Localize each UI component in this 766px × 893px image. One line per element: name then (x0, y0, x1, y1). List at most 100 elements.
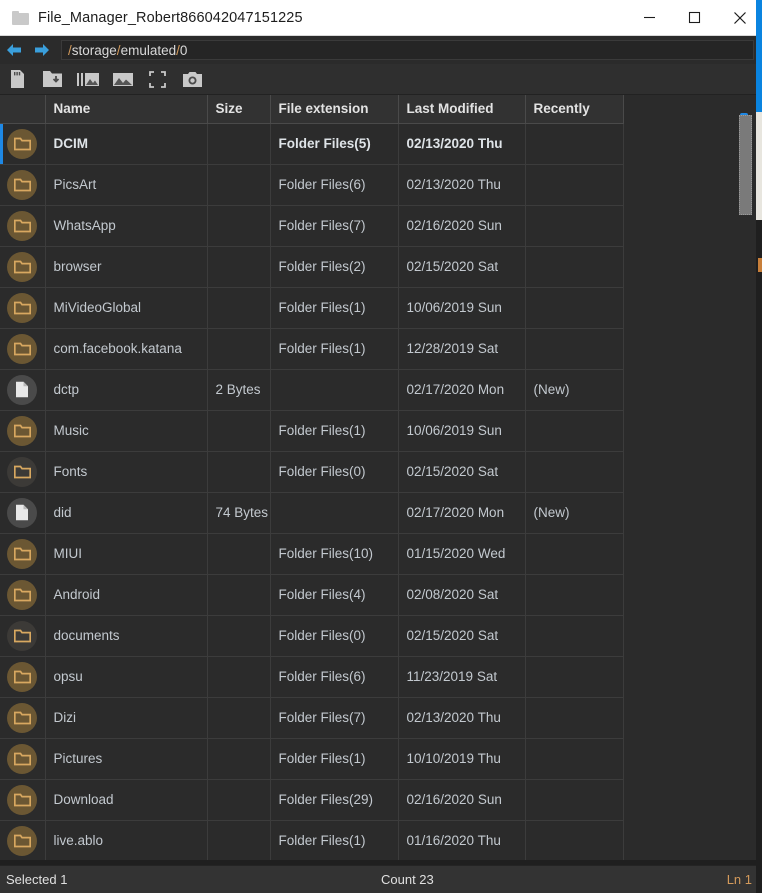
row-icon-cell (0, 164, 46, 206)
row-extension: Folder Files(2) (270, 246, 399, 288)
row-recently: (New) (525, 369, 624, 411)
table-row[interactable]: WhatsApp Folder Files(7) 02/16/2020 Sun (0, 205, 624, 247)
column-header-modified[interactable]: Last Modified (398, 95, 526, 124)
row-extension (270, 369, 399, 411)
table-row[interactable]: Dizi Folder Files(7) 02/13/2020 Thu (0, 697, 624, 739)
table-row[interactable]: live.ablo Folder Files(1) 01/16/2020 Thu (0, 820, 624, 860)
column-header-name[interactable]: Name (45, 95, 208, 124)
background-window-marker (758, 258, 762, 272)
table-row[interactable]: MIUI Folder Files(10) 01/15/2020 Wed (0, 533, 624, 575)
row-recently (525, 164, 624, 206)
table-row[interactable]: Pictures Folder Files(1) 10/10/2019 Thu (0, 738, 624, 780)
status-selected: Selected 1 (6, 872, 68, 887)
table-header-row: Name Size File extension Last Modified R… (0, 95, 624, 124)
row-extension: Folder Files(4) (270, 574, 399, 616)
column-header-size[interactable]: Size (207, 95, 271, 124)
row-recently (525, 656, 624, 698)
row-size (207, 697, 271, 739)
back-button[interactable] (0, 36, 28, 64)
table-row[interactable]: opsu Folder Files(6) 11/23/2019 Sat (0, 656, 624, 698)
row-name[interactable]: dctp (45, 369, 208, 411)
row-extension: Folder Files(1) (270, 328, 399, 370)
row-modified: 10/06/2019 Sun (398, 287, 526, 329)
row-icon-cell (0, 369, 46, 411)
row-name[interactable]: Dizi (45, 697, 208, 739)
row-name[interactable]: browser (45, 246, 208, 288)
column-header-extension[interactable]: File extension (270, 95, 399, 124)
background-window-sliver (756, 0, 762, 893)
row-name[interactable]: did (45, 492, 208, 534)
row-name[interactable]: Pictures (45, 738, 208, 780)
row-name[interactable]: MIUI (45, 533, 208, 575)
row-extension: Folder Files(6) (270, 164, 399, 206)
sd-card-icon (11, 69, 24, 88)
row-name[interactable]: com.facebook.katana (45, 328, 208, 370)
status-bar: Selected 1 Count 23 Ln 1 (0, 865, 762, 893)
camera-button[interactable] (175, 64, 210, 94)
table-row[interactable]: com.facebook.katana Folder Files(1) 12/28/… (0, 328, 624, 370)
row-size (207, 820, 271, 860)
table-row[interactable]: Music Folder Files(1) 10/06/2019 Sun (0, 410, 624, 452)
row-name[interactable]: Download (45, 779, 208, 821)
row-extension: Folder Files(1) (270, 287, 399, 329)
row-name[interactable]: Music (45, 410, 208, 452)
image-list-button[interactable] (70, 64, 105, 94)
column-header-icon[interactable] (0, 95, 46, 124)
row-recently (525, 287, 624, 329)
row-recently (525, 123, 624, 165)
row-name[interactable]: documents (45, 615, 208, 657)
folder-icon (7, 784, 38, 815)
sd-card-button[interactable] (0, 64, 35, 94)
row-recently (525, 328, 624, 370)
row-icon-cell (0, 820, 46, 860)
folder-icon (7, 538, 38, 569)
row-recently (525, 779, 624, 821)
row-icon-cell (0, 779, 46, 821)
row-icon-cell (0, 533, 46, 575)
maximize-button[interactable] (672, 0, 717, 36)
image-icon (112, 72, 133, 86)
table-row[interactable]: documents Folder Files(0) 02/15/2020 Sat (0, 615, 624, 657)
folder-download-button[interactable] (35, 64, 70, 94)
row-extension: Folder Files(1) (270, 410, 399, 452)
row-icon-cell (0, 246, 46, 288)
row-name[interactable]: PicsArt (45, 164, 208, 206)
image-button[interactable] (105, 64, 140, 94)
table-row[interactable]: DCIM Folder Files(5) 02/13/2020 Thu (0, 123, 624, 165)
column-header-recently[interactable]: Recently (525, 95, 624, 124)
table-row[interactable]: Android Folder Files(4) 02/08/2020 Sat (0, 574, 624, 616)
table-row[interactable]: PicsArt Folder Files(6) 02/13/2020 Thu (0, 164, 624, 206)
table-row[interactable]: MiVideoGlobal Folder Files(1) 10/06/2019 S… (0, 287, 624, 329)
forward-button[interactable] (28, 36, 56, 64)
row-recently (525, 820, 624, 860)
file-list-area: Name Size File extension Last Modified R… (0, 95, 762, 860)
minimize-button[interactable] (627, 0, 672, 36)
toolbar (0, 64, 762, 95)
window-controls (627, 0, 762, 36)
row-modified: 02/16/2020 Sun (398, 779, 526, 821)
table-row[interactable]: did 74 Bytes 02/17/2020 Mon (New) (0, 492, 624, 534)
table-row[interactable]: browser Folder Files(2) 02/15/2020 Sat (0, 246, 624, 288)
row-recently (525, 246, 624, 288)
row-name[interactable]: Fonts (45, 451, 208, 493)
path-input[interactable]: /storage/emulated/0 (61, 40, 754, 60)
row-recently: (New) (525, 492, 624, 534)
table-row[interactable]: dctp 2 Bytes 02/17/2020 Mon (New) (0, 369, 624, 411)
row-name[interactable]: Android (45, 574, 208, 616)
row-name[interactable]: opsu (45, 656, 208, 698)
fullscreen-button[interactable] (140, 64, 175, 94)
scrollbar-thumb[interactable] (739, 115, 752, 215)
row-size (207, 656, 271, 698)
table-row[interactable]: Fonts Folder Files(0) 02/15/2020 Sat (0, 451, 624, 493)
row-name[interactable]: DCIM (45, 123, 208, 165)
row-name[interactable]: MiVideoGlobal (45, 287, 208, 329)
row-size (207, 287, 271, 329)
folder-icon (7, 825, 38, 856)
row-modified: 02/13/2020 Thu (398, 123, 526, 165)
row-name[interactable]: WhatsApp (45, 205, 208, 247)
row-name[interactable]: live.ablo (45, 820, 208, 860)
table-row[interactable]: Download Folder Files(29) 02/16/2020 Sun (0, 779, 624, 821)
vertical-scrollbar[interactable] (739, 113, 752, 860)
folder-icon (7, 579, 38, 610)
row-modified: 02/17/2020 Mon (398, 369, 526, 411)
